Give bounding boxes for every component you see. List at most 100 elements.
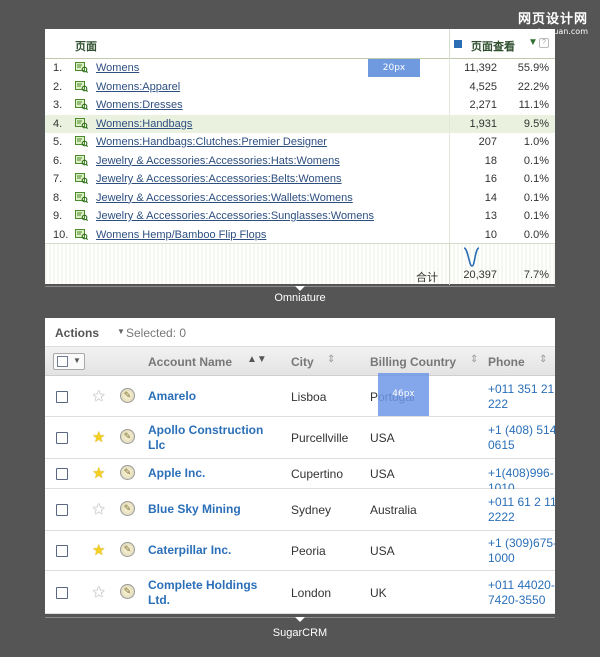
- page-link[interactable]: Womens:Dresses: [96, 99, 183, 111]
- column-header-billing-country[interactable]: Billing Country: [370, 355, 456, 369]
- favorite-star-icon[interactable]: ★: [92, 500, 105, 518]
- city-value: Sydney: [291, 503, 332, 517]
- favorite-star-icon[interactable]: ★: [92, 387, 105, 405]
- page-report-icon[interactable]: [75, 173, 88, 184]
- page-report-icon[interactable]: [75, 136, 88, 147]
- total-label: 合计: [416, 271, 438, 284]
- favorite-star-icon[interactable]: ★: [92, 541, 105, 559]
- page-views-value: 13: [484, 210, 497, 222]
- page-report-icon[interactable]: [75, 191, 88, 203]
- row-checkbox[interactable]: [56, 586, 68, 599]
- sort-desc-icon[interactable]: ▼: [528, 37, 538, 48]
- total-percent: 7.7%: [523, 269, 549, 281]
- phone-link[interactable]: +011 351 21 111 222: [488, 382, 555, 412]
- omniture-total-row: 合计 20,397 7.7%: [45, 243, 555, 285]
- account-name-link[interactable]: Amarelo: [148, 389, 273, 404]
- favorite-star-icon[interactable]: ★: [92, 464, 105, 482]
- row-checkbox[interactable]: [56, 468, 68, 480]
- edit-pencil-icon[interactable]: ✎: [120, 583, 135, 599]
- page-views-value: 14: [484, 191, 497, 204]
- page-link[interactable]: Jewelry & Accessories:Accessories:Belts:…: [96, 173, 342, 185]
- page-views-percent: 0.1%: [523, 191, 549, 204]
- page-report-icon[interactable]: [75, 228, 88, 240]
- page-link[interactable]: Jewelry & Accessories:Accessories:Hats:W…: [96, 155, 340, 167]
- edit-pencil-icon[interactable]: ✎: [120, 387, 135, 403]
- page-report-icon[interactable]: [75, 154, 88, 166]
- chevron-down-icon[interactable]: ▼: [73, 356, 81, 365]
- chevron-down-icon[interactable]: ▼: [117, 327, 125, 336]
- account-row: ★ ✎ Complete Holdings Ltd. London UK +011 440…: [45, 571, 555, 614]
- account-name-link[interactable]: Apollo Construction Llc: [148, 423, 273, 453]
- sort-icon[interactable]: ⇕: [327, 354, 335, 365]
- page-views-value: 4,525: [469, 80, 497, 93]
- favorite-star-icon[interactable]: ★: [92, 583, 105, 601]
- row-number: 5.: [53, 136, 63, 148]
- sparkline-icon: [463, 247, 480, 267]
- page-link[interactable]: Womens:Handbags: [96, 118, 192, 130]
- page-report-icon[interactable]: [75, 62, 88, 73]
- spacing-badge-46px: 46px: [378, 373, 429, 416]
- row-checkbox[interactable]: [56, 432, 68, 444]
- column-header-page-views[interactable]: 页面查看: [471, 38, 515, 54]
- account-name-link[interactable]: Apple Inc.: [148, 466, 273, 481]
- selected-value: 0: [179, 326, 187, 340]
- column-header-city[interactable]: City: [291, 355, 314, 369]
- divider: [449, 96, 450, 115]
- city-value: London: [291, 585, 332, 600]
- phone-link[interactable]: +011 44020-7420-3550: [488, 578, 555, 608]
- page-views-percent: 0.1%: [523, 210, 549, 222]
- page-link[interactable]: Womens:Apparel: [96, 81, 180, 93]
- column-header-phone[interactable]: Phone: [488, 355, 525, 369]
- account-name-link[interactable]: Caterpillar Inc.: [148, 543, 273, 558]
- spacing-badge-20px: 20px: [368, 59, 420, 77]
- selected-label: Selected:: [126, 326, 177, 340]
- page-report-icon[interactable]: [75, 117, 88, 129]
- page-link[interactable]: Jewelry & Accessories:Accessories:Wallet…: [96, 192, 353, 204]
- page-link[interactable]: Womens:Handbags:Clutches:Premier Designe…: [96, 136, 327, 148]
- page-report-icon[interactable]: [75, 80, 88, 92]
- billing-country-value: USA: [370, 467, 395, 481]
- row-checkbox[interactable]: [56, 390, 68, 403]
- row-number: 7.: [53, 173, 63, 185]
- column-header-account-name[interactable]: Account Name: [148, 355, 232, 369]
- omniture-report-panel: 页面 页面查看 ▼ ? 1. Womens 11,392 55.9% 2. Womens:…: [45, 29, 555, 285]
- sort-icon[interactable]: ⇕: [539, 354, 547, 365]
- divider: [449, 59, 450, 78]
- edit-pencil-icon[interactable]: ✎: [120, 465, 135, 480]
- select-all-checkbox[interactable]: [57, 356, 68, 367]
- favorite-star-icon[interactable]: ★: [92, 428, 105, 446]
- divider: [449, 114, 450, 133]
- page-views-percent: 22.2%: [517, 80, 549, 93]
- report-row: 2. Womens:Apparel 4,525 22.2%: [45, 77, 555, 96]
- row-number: 6.: [53, 154, 63, 167]
- phone-link[interactable]: +1 (309)675-1000: [488, 536, 555, 566]
- report-row: 10. Womens Hemp/Bamboo Flip Flops 10 0.0%: [45, 225, 555, 244]
- sort-icon[interactable]: ▲▼: [247, 354, 267, 365]
- page-views-value: 207: [478, 136, 497, 148]
- page-link[interactable]: Womens Hemp/Bamboo Flip Flops: [96, 229, 266, 241]
- edit-pencil-icon[interactable]: ✎: [120, 429, 135, 444]
- column-header-page[interactable]: 页面: [75, 38, 97, 54]
- sort-icon[interactable]: ⇕: [470, 354, 478, 365]
- phone-link[interactable]: +011 61 2 1111-2222: [488, 495, 555, 525]
- page-report-icon[interactable]: [75, 210, 88, 221]
- page-link[interactable]: Womens: [96, 62, 139, 74]
- header-divider: [449, 29, 450, 59]
- mass-select-dropdown[interactable]: ▼: [53, 353, 85, 370]
- page-views-percent: 1.0%: [523, 136, 549, 148]
- row-number: 1.: [53, 62, 63, 74]
- row-checkbox[interactable]: [56, 545, 68, 557]
- phone-link[interactable]: +1 (408) 514-0615: [488, 423, 555, 453]
- page-link[interactable]: Jewelry & Accessories:Accessories:Sungla…: [96, 210, 374, 222]
- edit-pencil-icon[interactable]: ✎: [120, 501, 135, 516]
- actions-menu[interactable]: Actions: [55, 326, 99, 340]
- account-row: ★ ✎ Blue Sky Mining Sydney Australia +011 61 …: [45, 489, 555, 531]
- page-report-icon[interactable]: [75, 99, 88, 110]
- account-name-link[interactable]: Blue Sky Mining: [148, 502, 273, 517]
- city-value: Peoria: [291, 544, 326, 558]
- options-icon[interactable]: ?: [539, 38, 549, 48]
- row-checkbox[interactable]: [56, 504, 68, 516]
- edit-pencil-icon[interactable]: ✎: [120, 542, 135, 557]
- report-row: 7. Jewelry & Accessories:Accessories:Belt…: [45, 170, 555, 189]
- account-name-link[interactable]: Complete Holdings Ltd.: [148, 578, 273, 608]
